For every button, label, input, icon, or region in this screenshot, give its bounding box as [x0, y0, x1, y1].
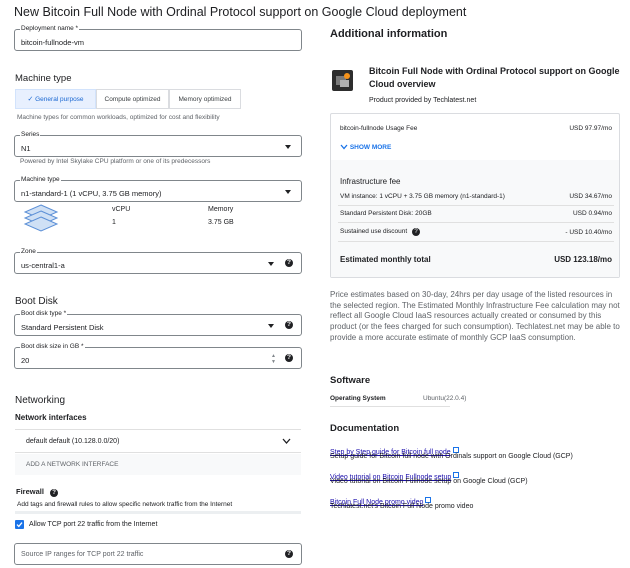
doc-desc-promo: Techlatest.net's Bitcoin Full Node promo… — [330, 503, 474, 510]
machine-type-value: n1-standard-1 (1 vCPU, 3.75 GB memory) — [21, 189, 162, 198]
doc-desc-video: Video tutorial on Bitcoin Fullnode setup… — [330, 478, 528, 485]
divider — [338, 222, 614, 223]
vm-instance-value: USD 34.67/mo — [569, 193, 612, 200]
check-icon — [16, 522, 23, 528]
boot-disk-type-label: Boot disk type * — [20, 310, 68, 317]
series-value: N1 — [21, 144, 31, 153]
firewall-heading: Firewall ? — [16, 487, 59, 497]
chevron-down-icon — [268, 324, 274, 328]
boot-disk-type-value: Standard Persistent Disk — [21, 323, 104, 332]
chevron-down-icon — [285, 145, 291, 149]
check-icon: ✓ — [27, 96, 34, 103]
allow-tcp22-checkbox[interactable] — [15, 520, 24, 529]
help-icon[interactable]: ? — [285, 259, 293, 267]
series-label: Series — [20, 131, 41, 138]
operating-system-label: Operating System — [330, 395, 386, 402]
zone-value: us-central1-a — [21, 261, 65, 270]
add-network-interface-button[interactable]: ADD A NETWORK INTERFACE — [15, 454, 301, 475]
zone-label: Zone — [20, 248, 37, 255]
boot-disk-type-select[interactable]: Boot disk type * Standard Persistent Dis… — [14, 310, 302, 336]
show-more-button[interactable]: SHOW MORE — [340, 144, 391, 151]
divider — [338, 241, 614, 242]
operating-system-value: Ubuntu(22.0.4) — [423, 395, 467, 402]
divider — [338, 205, 614, 206]
boot-disk-size-value: 20 — [21, 356, 30, 365]
total-value: USD 123.18/mo — [554, 255, 612, 264]
vcpu-label: vCPU — [112, 206, 131, 213]
external-link-icon — [452, 446, 459, 453]
machine-stack-icon — [23, 204, 59, 232]
external-link-icon — [425, 496, 432, 503]
machine-type-label: Machine type — [20, 176, 61, 183]
tab-general-purpose[interactable]: ✓ General purpose — [15, 89, 96, 109]
machine-type-select[interactable]: Machine type n1-standard-1 (1 vCPU, 3.75… — [14, 176, 302, 202]
chevron-down-icon — [285, 190, 291, 194]
memory-label: Memory — [208, 206, 234, 213]
networking-heading: Networking — [15, 395, 66, 406]
network-interfaces-heading: Network interfaces — [15, 413, 87, 422]
product-provider: Product provided by Techlatest.net — [369, 97, 477, 104]
divider — [15, 511, 301, 514]
series-select[interactable]: Series N1 — [14, 131, 302, 157]
stepper-icon[interactable]: ▲ ▼ — [271, 353, 276, 365]
machine-type-description: Machine types for common workloads, opti… — [17, 114, 220, 121]
allow-tcp22-label: Allow TCP port 22 traffic from the Inter… — [29, 521, 158, 528]
bitcoin-node-icon — [336, 73, 350, 87]
chevron-down-icon[interactable] — [282, 438, 291, 444]
sustained-discount-value: - USD 10.40/mo — [565, 229, 612, 236]
help-icon[interactable]: ? — [285, 321, 293, 329]
help-icon[interactable]: ? — [285, 550, 293, 558]
persistent-disk-label: Standard Persistent Disk: 20GB — [340, 210, 432, 217]
source-ip-input[interactable]: Source IP ranges for TCP port 22 traffic… — [14, 543, 302, 565]
external-link-icon — [453, 471, 460, 478]
pricing-disclaimer: Price estimates based on 30-day, 24hrs p… — [330, 290, 620, 342]
doc-desc-guide: Setup guide for Bitcoin full node with O… — [330, 453, 573, 460]
help-icon[interactable]: ? — [50, 489, 59, 497]
boot-disk-size-input[interactable]: Boot disk size in GB * 20 ▲ ▼ ? — [14, 343, 302, 369]
documentation-heading: Documentation — [330, 423, 400, 434]
additional-info-heading: Additional information — [330, 28, 448, 40]
tab-memory-optimized[interactable]: Memory optimized — [169, 89, 241, 109]
product-title: Bitcoin Full Node with Ordinal Protocol … — [369, 66, 620, 89]
chevron-down-icon — [340, 144, 348, 150]
infrastructure-heading: Infrastructure fee — [340, 177, 401, 186]
tab-compute-optimized[interactable]: Compute optimized — [96, 89, 169, 109]
deployment-name-value: bitcoin-fullnode-vm — [21, 38, 84, 47]
vcpu-value: 1 — [112, 219, 116, 226]
divider — [330, 406, 450, 407]
persistent-disk-value: USD 0.94/mo — [572, 210, 612, 217]
firewall-description: Add tags and firewall rules to allow spe… — [17, 501, 233, 508]
vm-instance-label: VM instance: 1 vCPU + 3.75 GB memory (n1… — [340, 193, 505, 200]
sustained-discount-label: Sustained use discount ? — [340, 228, 421, 236]
software-heading: Software — [330, 375, 371, 386]
deployment-name-field[interactable]: Deployment name * bitcoin-fullnode-vm — [14, 25, 302, 51]
source-ip-placeholder: Source IP ranges for TCP port 22 traffic — [21, 551, 144, 558]
help-icon[interactable]: ? — [412, 228, 421, 236]
network-interface-value: default default (10.128.0.0/20) — [26, 438, 120, 445]
page-title: New Bitcoin Full Node with Ordinal Proto… — [14, 5, 467, 19]
boot-disk-heading: Boot Disk — [15, 296, 58, 307]
help-icon[interactable]: ? — [285, 354, 293, 362]
zone-select[interactable]: Zone us-central1-a ? — [14, 248, 302, 274]
deployment-name-label: Deployment name * — [20, 25, 80, 32]
usage-fee-value: USD 97.97/mo — [569, 125, 612, 132]
machine-type-heading: Machine type — [15, 73, 72, 84]
series-hint: Powered by Intel Skylake CPU platform or… — [20, 158, 211, 165]
chevron-down-icon — [268, 262, 274, 266]
network-interface-row[interactable]: default default (10.128.0.0/20) — [15, 429, 301, 453]
boot-disk-size-label: Boot disk size in GB * — [20, 343, 85, 350]
usage-fee-label: bitcoin-fullnode Usage Fee — [340, 125, 418, 132]
memory-value: 3.75 GB — [208, 219, 234, 226]
total-label: Estimated monthly total — [340, 255, 431, 264]
product-logo — [332, 70, 353, 91]
